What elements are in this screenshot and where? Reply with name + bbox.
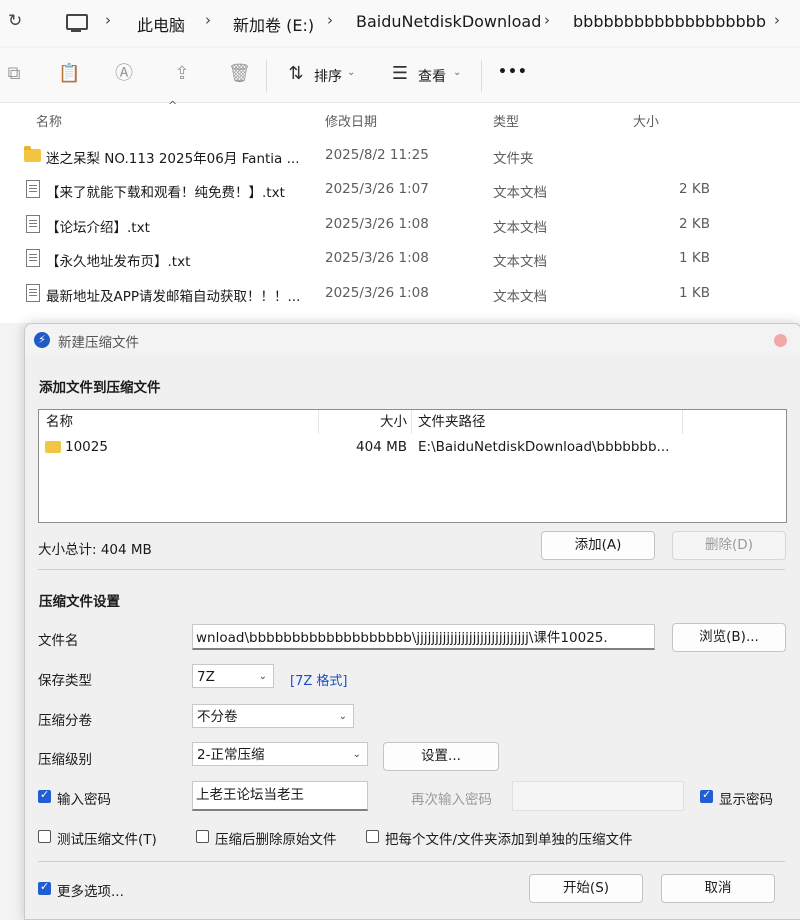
dialog-title-bar[interactable]: ⚡ 新建压缩文件 xyxy=(25,324,800,356)
list-item-size: 404 MB xyxy=(356,439,407,455)
password-again-label: 再次输入密码 xyxy=(411,792,492,808)
sort-button[interactable]: 排序 xyxy=(314,66,342,86)
list-header-name[interactable]: 名称 xyxy=(39,410,319,434)
dialog-title: 新建压缩文件 xyxy=(58,335,139,351)
password-again-field[interactable] xyxy=(512,781,684,811)
paste-icon[interactable]: 📋 xyxy=(58,64,80,84)
breadcrumb-folder-baidu[interactable]: BaiduNetdiskDownload xyxy=(356,12,541,31)
split-volume-select[interactable]: 不分卷 ⌄ xyxy=(192,704,354,728)
start-button[interactable]: 开始(S) xyxy=(529,874,643,903)
archive-file-list[interactable]: 名称 大小 文件夹路径 10025 404 MB E:\BaiduNetdisk… xyxy=(38,409,787,523)
close-icon[interactable] xyxy=(774,334,787,347)
computer-icon xyxy=(66,14,88,30)
copy-icon[interactable]: ⧉ xyxy=(4,64,24,84)
sort-icon: ⇅ xyxy=(288,63,304,84)
list-item-name[interactable]: 10025 xyxy=(65,436,108,458)
compression-level-label: 压缩级别 xyxy=(38,752,92,768)
more-options-button[interactable]: ••• xyxy=(498,64,528,80)
breadcrumb-drive[interactable]: 新加卷 (E:) xyxy=(233,12,314,36)
share-icon[interactable]: ⇪ xyxy=(172,64,192,84)
view-button[interactable]: 查看 xyxy=(418,66,446,86)
address-bar: ↻ › 此电脑 › 新加卷 (E:) › BaiduNetdiskDownloa… xyxy=(0,0,800,46)
rename-icon[interactable]: Ⓐ xyxy=(114,64,134,84)
list-header-path[interactable]: 文件夹路径 xyxy=(412,410,683,434)
list-header-size[interactable]: 大小 xyxy=(319,410,412,434)
text-file-icon xyxy=(26,284,40,302)
password-label: 输入密码 xyxy=(57,792,111,808)
settings-button[interactable]: 设置... xyxy=(383,742,499,771)
separate-archives-checkbox[interactable] xyxy=(366,830,379,843)
password-checkbox[interactable] xyxy=(38,788,51,803)
format-link[interactable]: [7Z 格式] xyxy=(290,670,347,689)
file-row[interactable]: 迷之呆梨 NO.113 2025年06月 Fantia ... 2025/8/2… xyxy=(0,139,800,173)
filename-label: 文件名 xyxy=(38,633,79,649)
delete-button[interactable]: 删除(D) xyxy=(672,531,786,560)
list-item-path: E:\BaiduNetdiskDownload\bbbbbbb... xyxy=(418,439,670,455)
password-field[interactable]: 上老王论坛当老王 xyxy=(192,781,368,811)
delete-after-label: 压缩后删除原始文件 xyxy=(215,832,337,848)
column-header-type[interactable]: 类型 xyxy=(493,111,519,130)
archiver-app-icon: ⚡ xyxy=(34,332,50,348)
view-icon: ☰ xyxy=(391,63,409,84)
add-files-section-title: 添加文件到压缩文件 xyxy=(39,380,161,396)
compression-level-select[interactable]: 2-正常压缩 ⌄ xyxy=(192,742,368,766)
file-row[interactable]: 【来了就能下载和观看！纯免费！】.txt 2025/3/26 1:07 文本文档… xyxy=(0,173,800,207)
save-type-select[interactable]: 7Z ⌄ xyxy=(192,664,274,688)
chevron-down-icon: ⌄ xyxy=(258,671,267,682)
folder-icon xyxy=(24,146,41,162)
chevron-right-icon: › xyxy=(105,11,111,29)
chevron-down-icon: ⌄ xyxy=(352,749,361,760)
text-file-icon xyxy=(26,249,40,267)
text-file-icon xyxy=(26,180,40,198)
column-header-size[interactable]: 大小 xyxy=(633,111,659,130)
file-row[interactable]: 【永久地址发布页】.txt 2025/3/26 1:08 文本文档 1 KB xyxy=(0,242,800,276)
new-archive-dialog: ⚡ 新建压缩文件 添加文件到压缩文件 名称 大小 文件夹路径 10025 404… xyxy=(24,323,800,920)
test-archive-checkbox[interactable] xyxy=(38,830,51,843)
column-header-date[interactable]: 修改日期 xyxy=(325,111,377,130)
delete-after-checkbox[interactable] xyxy=(196,830,209,843)
delete-icon[interactable]: 🗑 xyxy=(228,64,251,84)
folder-icon xyxy=(45,441,61,453)
split-volume-label: 压缩分卷 xyxy=(38,713,92,729)
chevron-down-icon: ⌄ xyxy=(347,67,356,78)
breadcrumb-folder-current[interactable]: bbbbbbbbbbbbbbbbbbb xyxy=(573,12,766,31)
column-header-name[interactable]: 名称 xyxy=(36,111,62,130)
text-file-icon xyxy=(26,215,40,233)
chevron-right-icon: › xyxy=(544,11,550,29)
file-list: ^ 名称 修改日期 类型 大小 迷之呆梨 NO.113 2025年06月 Fan… xyxy=(0,99,800,323)
browse-button[interactable]: 浏览(B)... xyxy=(672,623,786,652)
chevron-down-icon: ⌄ xyxy=(453,67,462,78)
more-options-label: 更多选项... xyxy=(57,884,124,900)
test-archive-label: 测试压缩文件(T) xyxy=(57,832,157,848)
add-button[interactable]: 添加(A) xyxy=(541,531,655,560)
refresh-icon[interactable]: ↻ xyxy=(8,11,24,31)
chevron-right-icon: › xyxy=(774,11,780,29)
breadcrumb-this-pc[interactable]: 此电脑 xyxy=(137,12,185,36)
chevron-down-icon: ⌄ xyxy=(338,711,347,722)
command-bar: ⧉ 📋 Ⓐ ⇪ 🗑 ⇅ 排序 ⌄ ☰ 查看 ⌄ ••• xyxy=(0,48,800,103)
cancel-button[interactable]: 取消 xyxy=(661,874,775,903)
total-size: 大小总计: 404 MB xyxy=(38,542,152,558)
chevron-right-icon: › xyxy=(205,11,211,29)
show-password-checkbox[interactable] xyxy=(700,788,713,803)
save-type-label: 保存类型 xyxy=(38,673,92,689)
archive-settings-section-title: 压缩文件设置 xyxy=(39,594,120,610)
sort-indicator-icon: ^ xyxy=(168,99,178,112)
chevron-right-icon: › xyxy=(327,11,333,29)
more-options-checkbox[interactable] xyxy=(38,880,51,895)
separate-archives-label: 把每个文件/文件夹添加到单独的压缩文件 xyxy=(385,832,633,848)
file-row[interactable]: 【论坛介绍】.txt 2025/3/26 1:08 文本文档 2 KB xyxy=(0,208,800,242)
show-password-label: 显示密码 xyxy=(719,792,773,808)
file-row[interactable]: 最新地址及APP请发邮箱自动获取！！！... 2025/3/26 1:08 文本… xyxy=(0,277,800,311)
filename-field[interactable]: wnload\bbbbbbbbbbbbbbbbbbb\jjjjjjjjjjjjj… xyxy=(192,624,655,650)
